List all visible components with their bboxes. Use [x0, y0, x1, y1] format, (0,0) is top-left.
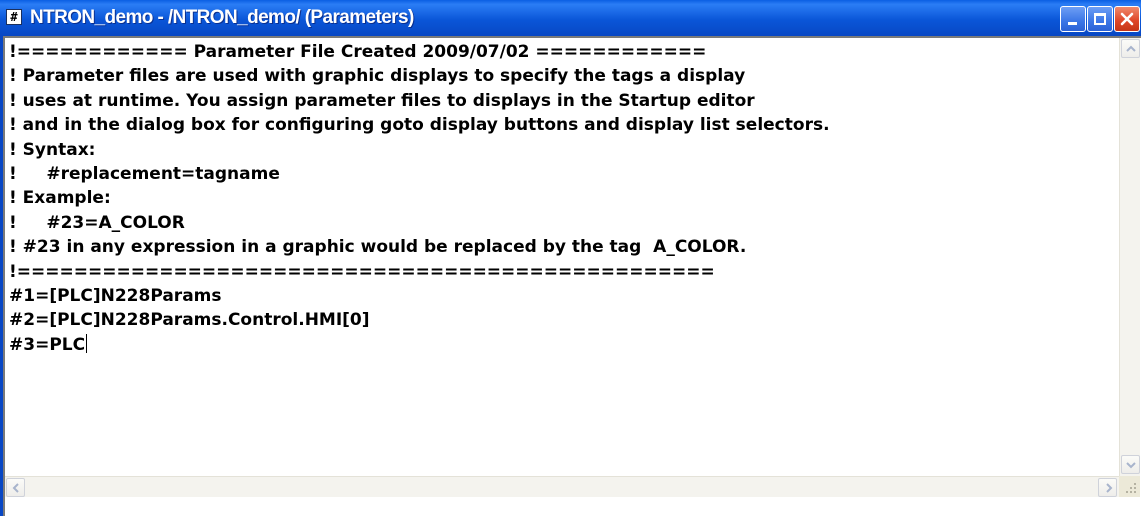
- editor-line[interactable]: ! Parameter files are used with graphic …: [9, 64, 1119, 88]
- minimize-icon: [1068, 22, 1077, 25]
- resize-grip-icon: [1126, 483, 1136, 493]
- editor-line[interactable]: !============ Parameter File Created 200…: [9, 40, 1119, 64]
- editor-line[interactable]: ! #23=A_COLOR: [9, 211, 1119, 235]
- maximize-button[interactable]: [1087, 6, 1113, 32]
- parameters-editor-window: # NTRON_demo - /NTRON_demo/ (Parameters)…: [0, 0, 1141, 516]
- title-bar[interactable]: # NTRON_demo - /NTRON_demo/ (Parameters): [0, 0, 1141, 36]
- scroll-down-button[interactable]: [1121, 455, 1140, 474]
- chevron-right-icon: [1106, 483, 1113, 493]
- editor-line[interactable]: ! Example:: [9, 186, 1119, 210]
- maximize-icon: [1094, 13, 1106, 25]
- scroll-right-button[interactable]: [1098, 478, 1117, 497]
- editor-line[interactable]: ! and in the dialog box for configuring …: [9, 113, 1119, 137]
- text-editor[interactable]: !============ Parameter File Created 200…: [3, 36, 1141, 516]
- editor-line[interactable]: ! #replacement=tagname: [9, 162, 1119, 186]
- window-title: NTRON_demo - /NTRON_demo/ (Parameters): [30, 7, 414, 28]
- close-button[interactable]: [1114, 6, 1140, 32]
- text-caret: [86, 333, 88, 353]
- editor-line[interactable]: #1=[PLC]N228Params: [9, 284, 1119, 308]
- scroll-left-button[interactable]: [6, 478, 25, 497]
- scroll-up-button[interactable]: [1121, 39, 1140, 58]
- editor-content[interactable]: !============ Parameter File Created 200…: [9, 40, 1119, 456]
- editor-line-text[interactable]: #3=PLC: [9, 335, 85, 355]
- parameter-file-icon[interactable]: #: [6, 9, 22, 25]
- horizontal-scrollbar[interactable]: [5, 476, 1119, 497]
- editor-line[interactable]: ! Syntax:: [9, 138, 1119, 162]
- vertical-scrollbar[interactable]: [1119, 38, 1140, 476]
- chevron-down-icon: [1126, 462, 1136, 469]
- close-icon: [1120, 12, 1134, 26]
- editor-line-current[interactable]: #3=PLC: [9, 333, 1119, 357]
- chevron-left-icon: [12, 483, 19, 493]
- minimize-button[interactable]: [1060, 6, 1086, 32]
- editor-line[interactable]: !=======================================…: [9, 260, 1119, 284]
- editor-line[interactable]: #2=[PLC]N228Params.Control.HMI[0]: [9, 308, 1119, 332]
- editor-line[interactable]: ! #23 in any expression in a graphic wou…: [9, 235, 1119, 259]
- editor-line[interactable]: ! uses at runtime. You assign parameter …: [9, 89, 1119, 113]
- resize-grip[interactable]: [1119, 476, 1140, 497]
- chevron-up-icon: [1126, 45, 1136, 52]
